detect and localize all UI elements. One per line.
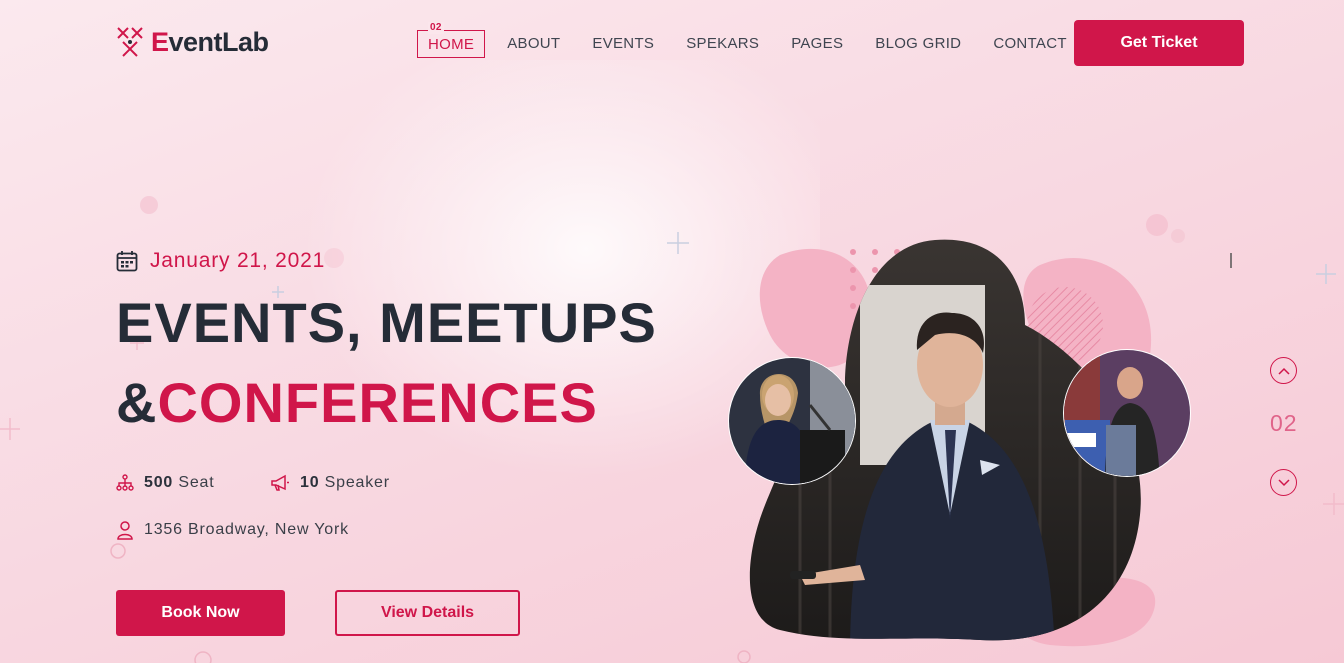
user-icon — [117, 521, 133, 540]
megaphone-icon — [271, 474, 289, 491]
book-now-button[interactable]: Book Now — [116, 590, 285, 636]
slider-next-button[interactable] — [1270, 469, 1297, 496]
main-nav: 02 HOME ABOUT EVENTS SPEKARS PAGES BLOG … — [417, 22, 1099, 58]
nav-item-blog-grid[interactable]: BLOG GRID — [875, 30, 961, 58]
nav-active-number: 02 — [428, 22, 444, 34]
event-date-text: January 21, 2021 — [150, 249, 326, 272]
chevron-down-icon — [1277, 478, 1290, 486]
logo-mark-icon — [117, 27, 143, 57]
brand-name: EventLab — [151, 26, 269, 57]
hero-title-line2: &CONFERENCES — [116, 371, 598, 434]
address-info: 1356 Broadway, New York — [116, 520, 349, 540]
calendar-icon — [116, 251, 138, 272]
chevron-up-icon — [1277, 367, 1290, 375]
seats-info: 500 Seat — [116, 474, 214, 492]
brand-logo[interactable]: EventLab — [115, 24, 269, 60]
get-ticket-button[interactable]: Get Ticket — [1074, 20, 1244, 66]
hero-image — [728, 239, 1191, 647]
nav-item-events[interactable]: EVENTS — [592, 30, 654, 58]
speakers-info: 10 Speaker — [270, 474, 390, 492]
view-details-button[interactable]: View Details — [335, 590, 520, 636]
slider-prev-button[interactable] — [1270, 357, 1297, 384]
event-date: January 21, 2021 — [116, 249, 325, 273]
hero-title-line1: EVENTS, MEETUPS — [116, 291, 657, 354]
nav-item-about[interactable]: ABOUT — [507, 30, 560, 58]
address-text: 1356 Broadway, New York — [144, 521, 349, 538]
nav-item-speakers[interactable]: SPEKARS — [686, 30, 759, 58]
nav-item-pages[interactable]: PAGES — [791, 30, 843, 58]
nav-item-label: HOME — [428, 36, 475, 53]
slide-counter: 02 — [1270, 410, 1298, 436]
sitemap-icon — [116, 474, 134, 491]
nav-item-home[interactable]: 02 HOME — [417, 22, 486, 58]
nav-item-contact[interactable]: CONTACT — [993, 30, 1066, 58]
